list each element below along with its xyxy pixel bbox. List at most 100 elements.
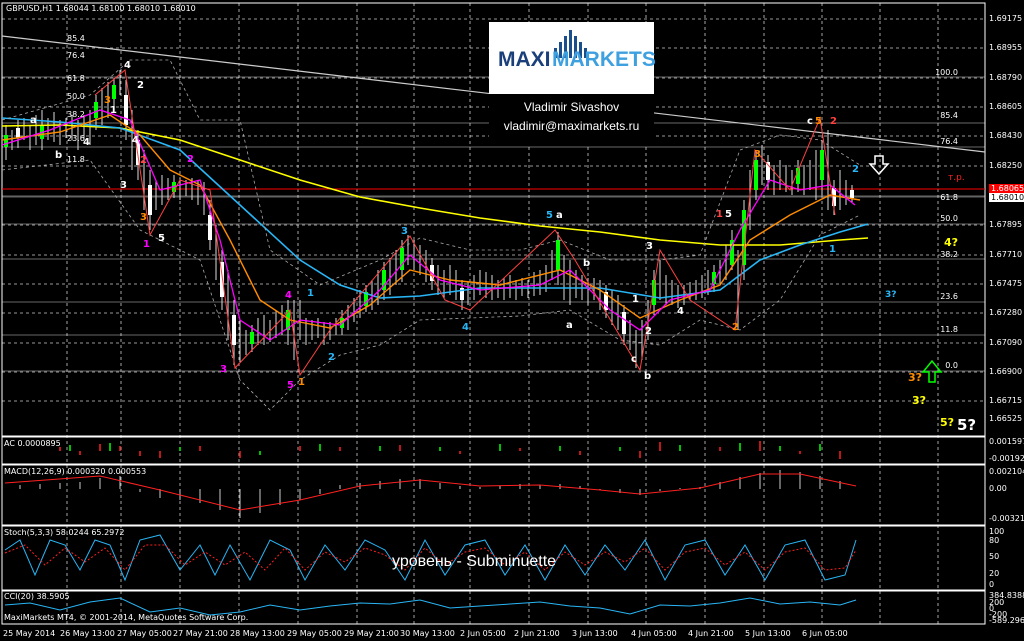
fib-labels-right: 100.0 85.4 76.4 61.8 50.0 38.2 23.6 11.8… (935, 68, 958, 370)
macd-tick: 0.002104 (989, 467, 1024, 476)
svg-text:1: 1 (110, 105, 117, 116)
date-tick: 29 May 05:00 (287, 629, 342, 638)
svg-text:4: 4 (132, 135, 139, 146)
fib-left-76: 76.4 (67, 51, 85, 60)
envelope-lower (1, 159, 861, 411)
stoch-tick: 100 (989, 527, 1005, 536)
svg-text:b: b (55, 150, 62, 161)
fib-right-100: 100.0 (935, 68, 958, 77)
projections: т.р. 4? 3? 3? 3? 5? 5? (885, 173, 976, 434)
svg-text:a: a (566, 320, 573, 331)
price-tick: 1.68250 (989, 161, 1023, 170)
svg-text:4: 4 (677, 306, 684, 317)
date-tick: 27 May 21:00 (173, 629, 228, 638)
date-tick: 4 Jun 05:00 (631, 629, 677, 638)
fib-right-61: 61.8 (940, 193, 958, 202)
author-name: Vladimir Sivashov (523, 100, 620, 114)
svg-text:5: 5 (815, 116, 822, 127)
wave4-target: 4? (944, 236, 958, 249)
date-tick: 27 May 05:00 (117, 629, 172, 638)
svg-text:2: 2 (830, 116, 837, 127)
date-tick: 5 Jun 13:00 (745, 629, 791, 638)
svg-text:2: 2 (732, 322, 739, 333)
fib-left-85: 85.4 (67, 34, 85, 43)
svg-text:4: 4 (462, 322, 469, 333)
date-tick: 2 Jun 21:00 (514, 629, 560, 638)
svg-text:a: a (556, 210, 563, 221)
svg-text:4: 4 (124, 60, 131, 71)
wave5-target-white: 5? (957, 416, 976, 434)
svg-text:1: 1 (829, 244, 836, 255)
fib-right-76: 76.4 (940, 137, 958, 146)
svg-text:3: 3 (646, 241, 653, 252)
svg-text:3: 3 (401, 226, 408, 237)
ac-tick: -0.0019238 (989, 454, 1024, 463)
date-tick: 2 Jun 05:00 (460, 629, 506, 638)
svg-text:1: 1 (632, 294, 639, 305)
price-tick: 1.67280 (989, 308, 1023, 317)
down-arrow-icon (868, 155, 890, 176)
macd-label: MACD(12,26,9) 0.000320 0.000553 (4, 467, 147, 476)
wave3-target-cyan: 3? (885, 290, 896, 300)
price-tick: 1.66715 (989, 396, 1023, 405)
date-tick: 26 May 13:00 (60, 629, 115, 638)
svg-text:1: 1 (298, 377, 305, 388)
author-email[interactable]: vladimir@maximarkets.ru (489, 119, 654, 133)
copyright-text: MaxiMarkets MT4, © 2001-2014, MetaQuotes… (4, 613, 249, 622)
ac-tick: 0.0015977 (989, 437, 1024, 446)
date-tick: 30 May 13:00 (400, 629, 455, 638)
price-tick: 1.68605 (989, 102, 1023, 111)
macd-tick: 0.00 (989, 484, 1007, 493)
svg-text:b: b (644, 371, 651, 382)
stoch-tick: 20 (989, 569, 1000, 578)
price-tick: 1.66900 (989, 367, 1023, 376)
wave5-target-yellow: 5? (940, 416, 954, 429)
fib-right-0: 0.0 (945, 361, 958, 370)
svg-text:3: 3 (220, 364, 227, 375)
svg-text:3: 3 (140, 212, 147, 223)
macd-tick: -0.003217 (989, 514, 1024, 523)
date-tick: 25 May 2014 (3, 629, 56, 638)
date-tick: 28 May 13:00 (230, 629, 285, 638)
fib-right-85: 85.4 (940, 111, 958, 120)
stoch-tick: 50 (989, 552, 1000, 561)
date-tick: 6 Jun 05:00 (802, 629, 848, 638)
fib-right-50: 50.0 (940, 214, 958, 223)
price-badge-current: 1.68065 (989, 184, 1024, 193)
date-tick: 29 May 21:00 (344, 629, 399, 638)
wave3-target-orange: 3? (908, 371, 922, 384)
date-tick: 3 Jun 13:00 (572, 629, 618, 638)
date-tick: 4 Jun 21:00 (688, 629, 734, 638)
chart-header-text: GBPUSD,H1 1.68044 1.68100 1.68010 1.6801… (6, 4, 196, 13)
svg-text:2: 2 (187, 154, 194, 165)
svg-text:a: a (30, 115, 37, 126)
cci-tick: -589.2969 (989, 616, 1024, 625)
svg-text:1: 1 (307, 288, 314, 299)
tp-label: т.р. (948, 173, 965, 183)
logo-word-markets: MARKETS (552, 48, 656, 71)
svg-text:2: 2 (645, 326, 652, 337)
price-tick: 1.67710 (989, 250, 1023, 259)
svg-text:2: 2 (137, 80, 144, 91)
svg-text:c: c (631, 354, 637, 365)
fib-right-23: 23.6 (940, 292, 958, 301)
price-tick: 1.68955 (989, 43, 1023, 52)
svg-text:5: 5 (287, 380, 294, 391)
fib-left-38: 38.2 (67, 110, 85, 119)
stoch-tick: 80 (989, 536, 1000, 545)
svg-text:5: 5 (158, 233, 165, 244)
svg-text:c: c (807, 116, 813, 127)
price-tick: 1.67090 (989, 338, 1023, 347)
macd-histogram (19, 470, 841, 518)
stoch-tick: 0 (989, 580, 995, 589)
svg-text:5: 5 (725, 209, 732, 220)
price-tick: 1.68790 (989, 73, 1023, 82)
fib-left-23: 23.6 (67, 134, 85, 143)
price-tick: 1.69175 (989, 14, 1023, 23)
chart-header: GBPUSD,H1 1.68044 1.68100 1.68010 1.6801… (6, 4, 196, 13)
wave-labels: ab 43 14 24 23 31 52 34 15 12 34 5a ba 3… (30, 60, 859, 391)
svg-text:2: 2 (140, 155, 147, 166)
svg-text:1: 1 (143, 239, 150, 250)
wave-degree-caption: уровень - Subminuette (392, 553, 557, 570)
fib-right-38: 38.2 (940, 250, 958, 259)
